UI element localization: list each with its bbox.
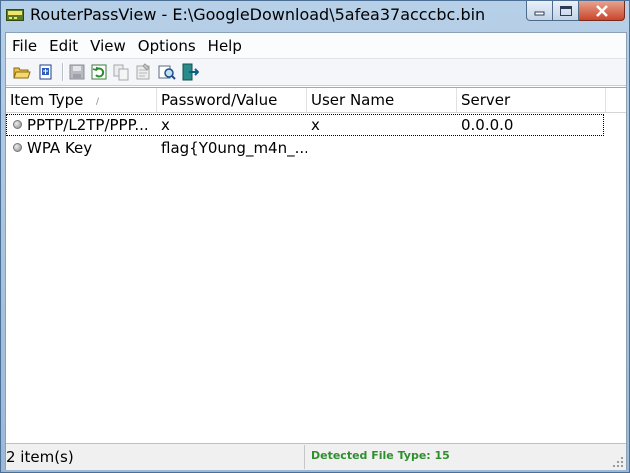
cell-password: x xyxy=(161,116,170,134)
table-row[interactable]: WPA Key flag{Y0ung_m4n_... xyxy=(6,137,604,159)
table-row[interactable]: PPTP/L2TP/PPP... x x 0.0.0.0 xyxy=(6,114,604,136)
status-file-type: Detected File Type: 15 xyxy=(311,449,450,462)
window-title: RouterPassView - E:\GoogleDownload\5afea… xyxy=(30,5,486,24)
window-controls xyxy=(526,1,625,22)
items-list[interactable]: Item Type / Password/Value User Name Ser… xyxy=(6,87,626,444)
minimize-icon xyxy=(534,11,544,15)
maximize-icon xyxy=(559,5,572,16)
column-header-server[interactable]: Server xyxy=(457,88,606,112)
minimize-button[interactable] xyxy=(526,1,553,21)
cell-password: flag{Y0ung_m4n_... xyxy=(161,139,307,157)
sort-arrow-icon: / xyxy=(96,97,100,107)
column-header-password[interactable]: Password/Value xyxy=(157,88,307,112)
item-bullet-icon xyxy=(13,143,22,152)
list-header: Item Type / Password/Value User Name Ser… xyxy=(6,88,626,113)
exit-icon[interactable] xyxy=(181,63,199,81)
cell-user-name xyxy=(311,137,457,159)
column-header-user-name[interactable]: User Name xyxy=(307,88,457,112)
save-icon[interactable] xyxy=(68,63,86,81)
item-bullet-icon xyxy=(13,120,22,129)
menu-file[interactable]: File xyxy=(6,33,43,58)
maximize-button[interactable] xyxy=(553,1,579,21)
status-bar: 2 item(s) Detected File Type: 15 xyxy=(6,443,626,470)
cell-item-type: PPTP/L2TP/PPP... xyxy=(27,116,149,134)
title-bar[interactable]: RouterPassView - E:\GoogleDownload\5afea… xyxy=(1,1,629,31)
cell-server: 0.0.0.0 xyxy=(461,116,514,134)
column-header-label: Item Type xyxy=(10,91,84,109)
close-icon xyxy=(595,4,608,17)
cell-user-name: x xyxy=(311,116,320,134)
toolbar xyxy=(6,59,626,86)
copy-icon[interactable] xyxy=(112,63,130,81)
status-item-count: 2 item(s) xyxy=(6,445,305,469)
menu-help[interactable]: Help xyxy=(202,33,248,58)
menu-options[interactable]: Options xyxy=(132,33,202,58)
cell-item-type: WPA Key xyxy=(27,139,93,157)
cell-server xyxy=(461,137,601,159)
menu-edit[interactable]: Edit xyxy=(43,33,84,58)
app-window: RouterPassView - E:\GoogleDownload\5afea… xyxy=(0,0,630,473)
router-key-icon xyxy=(6,9,24,21)
client-area: File Edit View Options Help Item Type / … xyxy=(5,32,627,470)
resize-grip-icon[interactable] xyxy=(612,456,624,468)
column-header-item-type[interactable]: Item Type / xyxy=(6,88,157,112)
open-file-icon[interactable] xyxy=(37,63,55,81)
find-icon[interactable] xyxy=(158,63,176,81)
properties-icon[interactable] xyxy=(134,63,152,81)
open-folder-icon[interactable] xyxy=(13,63,31,81)
close-button[interactable] xyxy=(579,1,625,21)
menu-view[interactable]: View xyxy=(84,33,132,58)
toolbar-separator xyxy=(62,63,64,81)
menu-bar: File Edit View Options Help xyxy=(6,33,626,59)
refresh-icon[interactable] xyxy=(90,63,108,81)
